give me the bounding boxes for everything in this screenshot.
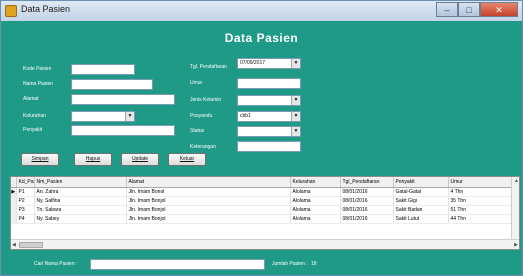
- cari-nama-pasien-label: Cari Nama Pasien :: [34, 261, 78, 267]
- jumlah-pasien-label: Jumlah Pasien :: [272, 261, 308, 267]
- table-cell[interactable]: P4: [16, 214, 35, 224]
- table-cell[interactable]: Alolama: [290, 214, 341, 224]
- horizontal-scroll-thumb[interactable]: [19, 242, 43, 248]
- maximize-button[interactable]: □: [458, 2, 480, 17]
- table-cell[interactable]: 4 Thn: [448, 187, 516, 197]
- cari-nama-pasien-input[interactable]: [90, 259, 265, 270]
- jenis-kelamin-label: Jenis Kelamin: [190, 97, 222, 103]
- keterangan-label: Keterangan: [190, 144, 216, 150]
- tgl-pendaftaran-label: Tgl. Pendaftaran: [190, 64, 227, 70]
- column-header[interactable]: Kd_Pasien: [16, 177, 35, 188]
- table-row[interactable]: ▶ P1 An. Zahra Jln. Imam Bonol Alolama 0…: [11, 187, 516, 197]
- table-cell[interactable]: 08/01/2016: [340, 205, 394, 215]
- table-cell[interactable]: Tn. Sabara: [34, 205, 127, 215]
- table-cell[interactable]: Jln. Imam Bonol: [126, 187, 291, 197]
- table-cell[interactable]: Alolama: [290, 205, 341, 215]
- chevron-down-icon[interactable]: ▼: [125, 112, 134, 121]
- table-cell[interactable]: Gatal-Gatal: [393, 187, 449, 197]
- table-cell[interactable]: 35 Thn: [448, 196, 516, 206]
- status-label: Status: [190, 128, 205, 134]
- window-controls: – □ ✕: [436, 2, 518, 17]
- table-cell[interactable]: Ny. Sabey: [34, 214, 127, 224]
- hapus-button[interactable]: Hapus: [74, 153, 112, 166]
- vertical-scrollbar[interactable]: ▲: [511, 177, 519, 239]
- nama-pasien-label: Nama Pasien: [23, 81, 54, 87]
- table-cell[interactable]: Jln. Imam Bonjol: [126, 214, 291, 224]
- column-header[interactable]: Umur: [448, 177, 516, 188]
- kode-pasien-input[interactable]: [71, 64, 135, 75]
- chevron-down-icon[interactable]: ▼: [291, 127, 300, 136]
- table-cell[interactable]: Ny. Salfina: [34, 196, 127, 206]
- table-row[interactable]: P3 Tn. Sabara Jln. Imam Bonjol Alolama 0…: [11, 205, 516, 215]
- column-header[interactable]: Penyakit: [393, 177, 449, 188]
- tgl-pendaftaran-picker[interactable]: 07/09/2017 ▼: [237, 58, 301, 69]
- table-cell[interactable]: 08/01/2016: [340, 187, 394, 197]
- column-header[interactable]: Nm_Pasien: [34, 177, 127, 188]
- table-cell[interactable]: Jln. Imam Bonjol: [126, 196, 291, 206]
- posyandu-select[interactable]: cbb1 ▼: [237, 111, 301, 122]
- table-cell[interactable]: 44 Thn: [448, 214, 516, 224]
- close-button[interactable]: ✕: [480, 2, 518, 17]
- title-bar[interactable]: Data Pasien – □ ✕: [1, 1, 522, 21]
- column-header[interactable]: Alamat: [126, 177, 291, 188]
- simpan-button[interactable]: Simpan: [21, 153, 59, 166]
- chevron-down-icon[interactable]: ▼: [291, 96, 300, 105]
- table-cell[interactable]: Sakit Gigi: [393, 196, 449, 206]
- update-button[interactable]: Update: [121, 153, 159, 166]
- jenis-kelamin-select[interactable]: ▼: [237, 95, 301, 106]
- app-icon: [5, 5, 17, 17]
- pasien-table: Kd_Pasien Nm_Pasien Alamat Kelurahan Tgl…: [11, 177, 516, 224]
- status-select[interactable]: ▼: [237, 126, 301, 137]
- data-pasien-window: Data Pasien – □ ✕ Data Pasien Kode Pasie…: [0, 0, 523, 276]
- pasien-data-grid[interactable]: Kd_Pasien Nm_Pasien Alamat Kelurahan Tgl…: [10, 176, 520, 250]
- table-row[interactable]: P2 Ny. Salfina Jln. Imam Bonjol Alolama …: [11, 196, 516, 206]
- table-cell[interactable]: P3: [16, 205, 35, 215]
- posyandu-label: Posyandu: [190, 113, 213, 119]
- table-row[interactable]: P4 Ny. Sabey Jln. Imam Bonjol Alolama 08…: [11, 214, 516, 224]
- tgl-pendaftaran-value: 07/09/2017: [240, 60, 266, 66]
- table-cell[interactable]: 51 Thn: [448, 205, 516, 215]
- column-header[interactable]: Kelurahan: [290, 177, 341, 188]
- minimize-button[interactable]: –: [436, 2, 458, 17]
- umur-label: Umur: [190, 80, 203, 86]
- posyandu-value: cbb1: [240, 113, 251, 119]
- alamat-label: Alamat: [23, 96, 39, 102]
- umur-input[interactable]: [237, 78, 301, 89]
- table-cell[interactable]: 08/01/2016: [340, 214, 394, 224]
- table-cell[interactable]: Alolama: [290, 196, 341, 206]
- table-header-row: Kd_Pasien Nm_Pasien Alamat Kelurahan Tgl…: [11, 177, 516, 188]
- keterangan-input[interactable]: [237, 141, 301, 152]
- footer-bar: Cari Nama Pasien : Jumlah Pasien : 18: [10, 256, 520, 274]
- horizontal-scrollbar[interactable]: ◀ ▶: [11, 239, 519, 249]
- table-cell[interactable]: 08/01/2016: [340, 196, 394, 206]
- alamat-input[interactable]: [71, 94, 175, 105]
- table-cell[interactable]: Jln. Imam Bonjol: [126, 205, 291, 215]
- table-cell[interactable]: Sakit Lutut: [393, 214, 449, 224]
- penyakit-input[interactable]: [71, 125, 175, 136]
- penyakit-label: Penyakit: [23, 127, 43, 133]
- keluar-button[interactable]: Keluar: [168, 153, 206, 166]
- kelurahan-label: Kelurahan: [23, 113, 46, 119]
- chevron-down-icon[interactable]: ▼: [291, 59, 300, 68]
- table-cell[interactable]: Alolama: [290, 187, 341, 197]
- scroll-left-arrow-icon[interactable]: ◀: [12, 242, 16, 248]
- form-title: Data Pasien: [224, 31, 299, 45]
- table-cell[interactable]: Sakit Badan: [393, 205, 449, 215]
- table-cell[interactable]: P1: [16, 187, 35, 197]
- kelurahan-select[interactable]: ▼: [71, 111, 135, 122]
- column-header[interactable]: Tgl_Pendaftaran: [340, 177, 394, 188]
- kode-pasien-label: Kode Pasien: [23, 66, 52, 72]
- scroll-up-arrow-icon[interactable]: ▲: [514, 178, 519, 184]
- jumlah-pasien-value: 18: [311, 261, 317, 267]
- table-cell[interactable]: P2: [16, 196, 35, 206]
- chevron-down-icon[interactable]: ▼: [291, 112, 300, 121]
- table-cell[interactable]: An. Zahra: [34, 187, 127, 197]
- window-title: Data Pasien: [21, 4, 71, 14]
- scroll-right-arrow-icon[interactable]: ▶: [514, 242, 518, 248]
- nama-pasien-input[interactable]: [71, 79, 153, 90]
